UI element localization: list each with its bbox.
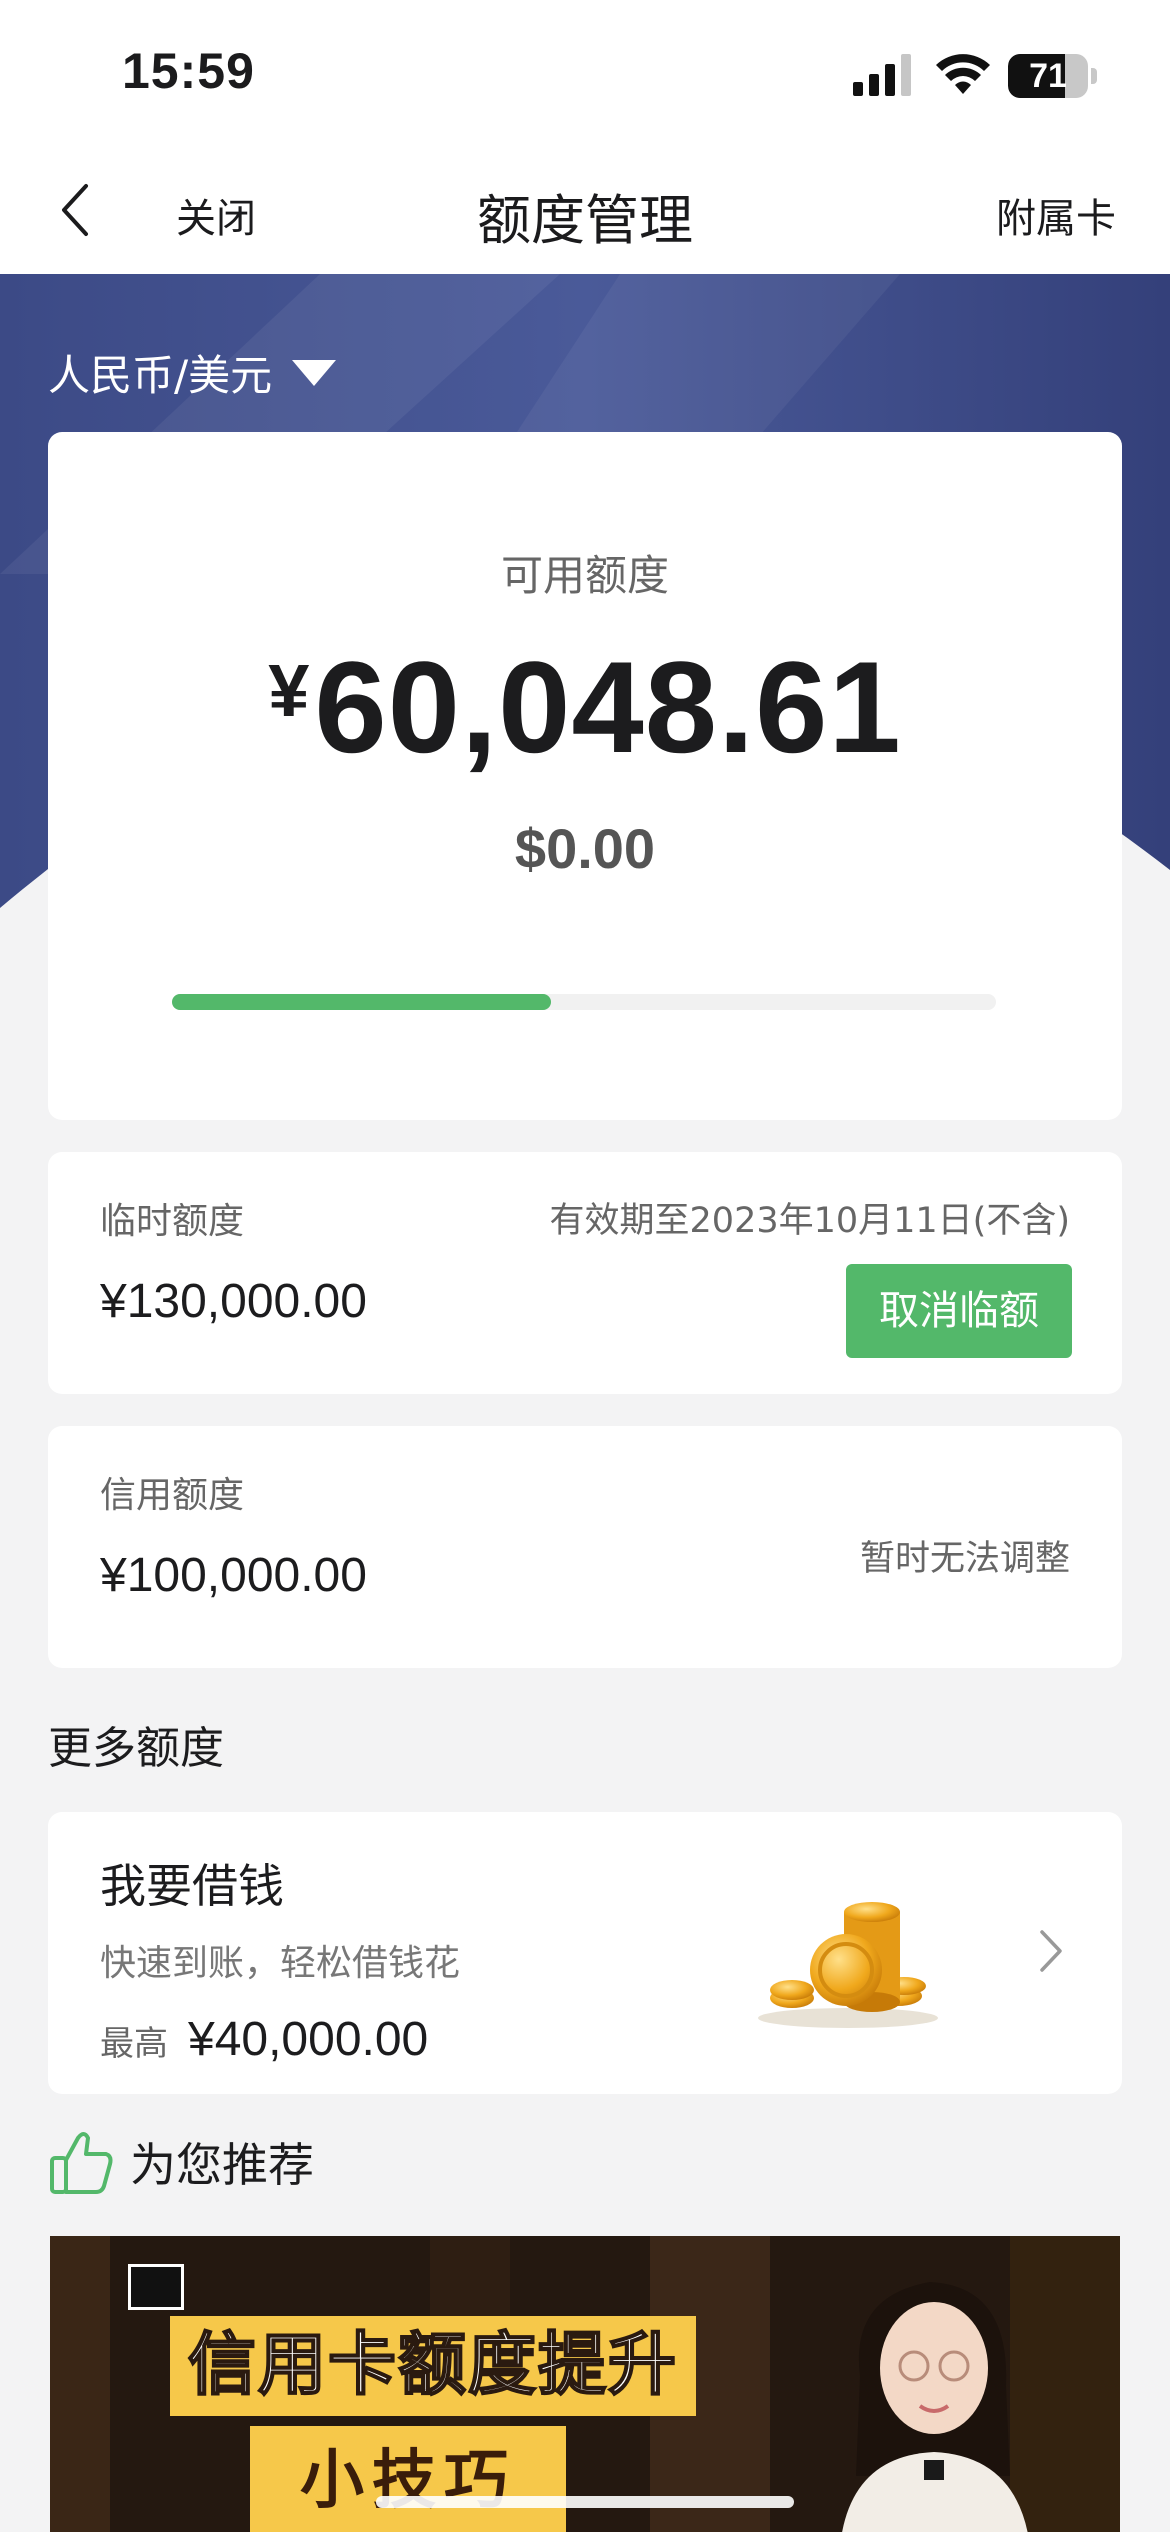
status-time: 15:59 [122,43,255,99]
available-credit-card: 可用额度 ¥60,048.61 $0.00 [48,432,1122,1120]
available-credit-value: 60,048.61 [314,634,902,780]
chevron-right-icon [1040,1930,1062,1972]
currency-selector[interactable]: 人民币/美元 [48,342,337,403]
credit-limit-label: 信用额度 [100,1475,245,1516]
cancel-temporary-credit-button[interactable]: 取消临额 [846,1264,1072,1358]
temporary-credit-label: 临时额度 [100,1201,245,1242]
battery-level: 71 [1029,57,1067,95]
loan-title: 我要借钱 [100,1859,284,1913]
cellular-signal-icon [853,54,911,96]
usd-amount: $0.00 [514,817,656,880]
currency-selector-value: 人民币/美元 [48,351,273,400]
wifi-icon [936,54,990,94]
currency-symbol: ¥ [268,649,311,732]
loan-max: 最高 ¥40,000.00 [100,2012,428,2067]
temporary-credit-validity: 有效期至2023年10月11日(不含) [549,1201,1070,1241]
available-credit-label: 可用额度 [500,551,669,600]
credit-limit-card: 信用额度 ¥100,000.00 暂时无法调整 [48,1426,1122,1668]
available-credit-amount: ¥60,048.61 [48,632,1122,782]
temporary-credit-card: 临时额度 有效期至2023年10月11日(不含) ¥130,000.00 取消临… [48,1152,1122,1394]
thumbs-up-icon [50,2132,113,2194]
gold-coins-icon [758,1902,938,2028]
loan-subtitle: 快速到账，轻松借钱花 [100,1943,461,1984]
home-indicator [376,2496,794,2508]
credit-limit-page: 15:59 71 关闭 额度管理 附属卡 人民币/美元 可用额度 ¥60,048… [0,0,1170,2532]
promo-banner[interactable]: 信用卡额度提升 小技巧 [50,2236,1120,2532]
more-credit-heading: 更多额度 [48,1723,224,1774]
caret-down-icon [292,359,337,386]
supplementary-card-button[interactable]: 附属卡 [996,186,1116,244]
credit-limit-note: 暂时无法调整 [859,1539,1070,1579]
navigation-bar: 关闭 额度管理 附属卡 [0,150,1170,274]
loan-max-value: ¥40,000.00 [188,2013,429,2066]
recommend-heading: 为您推荐 [48,2128,314,2196]
credit-usage-bar [172,994,996,1010]
loan-card[interactable]: 我要借钱 快速到账，轻松借钱花 最高 ¥40,000.00 [48,1812,1122,2094]
loan-max-label: 最高 [100,2024,168,2064]
promo-logo [128,2264,184,2310]
page-title: 额度管理 [477,189,693,252]
credit-usage-fill [172,994,552,1010]
recommend-text: 为您推荐 [130,2138,314,2192]
credit-limit-amount: ¥100,000.00 [100,1549,367,1602]
temporary-credit-amount: ¥130,000.00 [100,1275,367,1328]
promo-title: 信用卡额度提升 [170,2316,697,2416]
promo-subtitle: 小技巧 [250,2426,566,2532]
status-bar: 15:59 71 [0,0,1170,150]
battery-indicator: 71 [1008,54,1097,98]
presenter-image [842,2282,1028,2532]
